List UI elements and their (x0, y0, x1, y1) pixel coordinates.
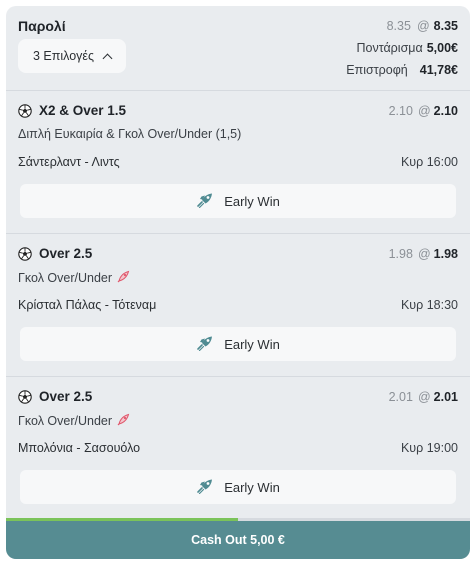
early-win-label: Early Win (224, 336, 280, 352)
bet-selection-row: X2 & Over 1.5 (18, 103, 126, 118)
soccer-ball-icon (18, 389, 32, 404)
bet-item: Over 2.5 2.01 @ 2.01 Γκολ Over/Under Μπο… (6, 376, 470, 519)
rocket-icon (117, 270, 130, 286)
bet-odds-old: 2.01 (388, 390, 413, 404)
early-win-icon (196, 478, 214, 497)
rocket-icon (117, 413, 130, 429)
stake-row: Ποντάρισμα 5,00€ (356, 41, 458, 55)
early-win-button[interactable]: Early Win (20, 184, 456, 218)
stake-value: 5,00€ (426, 41, 458, 55)
at-symbol: @ (416, 19, 430, 33)
early-win-button[interactable]: Early Win (20, 470, 456, 504)
total-odds-new: 8.35 (433, 19, 458, 33)
bet-market: Διπλή Ευκαιρία & Γκολ Over/Under (1,5) (18, 127, 241, 141)
soccer-ball-icon (18, 103, 32, 118)
bet-odds-old: 2.10 (388, 104, 413, 118)
bet-selection: Over 2.5 (39, 389, 93, 404)
betslip-header: Παρολί 3 Επιλογές 8.35 @ 8.35 Ποντάρισμα… (6, 6, 470, 90)
betslip-card: Παρολί 3 Επιλογές 8.35 @ 8.35 Ποντάρισμα… (6, 6, 470, 559)
total-odds: 8.35 @ 8.35 (387, 19, 458, 33)
bet-time: Κυρ 19:00 (400, 441, 458, 455)
return-label: Επιστροφή (346, 63, 408, 77)
bet-market-label: Διπλή Ευκαιρία & Γκολ Over/Under (1,5) (18, 127, 242, 141)
chevron-up-icon (102, 53, 113, 63)
bet-odds-new: 1.98 (433, 247, 458, 261)
selections-count-label: 3 Επιλογές (32, 49, 95, 63)
early-win-label: Early Win (224, 193, 280, 209)
bet-odds: 2.10 @ 2.10 (389, 104, 458, 118)
bet-selection-row: Over 2.5 (18, 389, 92, 404)
bet-item: Over 2.5 1.98 @ 1.98 Γκολ Over/Under Κρί… (6, 233, 470, 376)
stake-label: Ποντάρισμα (356, 41, 423, 55)
bet-odds-old: 1.98 (388, 247, 413, 261)
bet-time: Κυρ 16:00 (400, 155, 458, 169)
bet-item: X2 & Over 1.5 2.10 @ 2.10 Διπλή Ευκαιρία… (6, 90, 470, 233)
bet-odds-new: 2.01 (433, 390, 458, 404)
selections-toggle-button[interactable]: 3 Επιλογές (18, 39, 126, 73)
soccer-ball-icon (18, 246, 32, 261)
bet-time: Κυρ 18:30 (400, 298, 458, 312)
cash-out-button[interactable]: Cash Out 5,00 € (6, 521, 470, 559)
bet-market: Γκολ Over/Under (18, 413, 130, 429)
at-symbol: @ (417, 104, 431, 118)
at-symbol: @ (417, 247, 431, 261)
early-win-label: Early Win (224, 479, 280, 495)
bet-odds: 2.01 @ 2.01 (389, 390, 458, 404)
early-win-icon (196, 192, 214, 211)
total-odds-old: 8.35 (386, 19, 411, 33)
bet-match[interactable]: Μπολόνια - Σασουόλο (18, 441, 140, 455)
early-win-button[interactable]: Early Win (20, 327, 456, 361)
slip-title: Παρολί (18, 18, 66, 34)
bet-market: Γκολ Over/Under (18, 270, 130, 286)
bet-selection: Over 2.5 (39, 246, 93, 261)
bet-market-label: Γκολ Over/Under (18, 414, 113, 428)
bet-match[interactable]: Κρίσταλ Πάλας - Τότεναμ (18, 298, 156, 312)
bet-market-label: Γκολ Over/Under (18, 271, 113, 285)
bet-odds-new: 2.10 (433, 104, 458, 118)
bet-odds: 1.98 @ 1.98 (389, 247, 458, 261)
early-win-icon (196, 335, 214, 354)
bet-selection: X2 & Over 1.5 (39, 103, 127, 118)
bet-selection-row: Over 2.5 (18, 246, 92, 261)
return-row: Επιστροφή 41,78€ (346, 63, 458, 77)
bet-match[interactable]: Σάντερλαντ - Λιντς (18, 155, 120, 169)
return-value: 41,78€ (419, 63, 458, 77)
at-symbol: @ (417, 390, 431, 404)
